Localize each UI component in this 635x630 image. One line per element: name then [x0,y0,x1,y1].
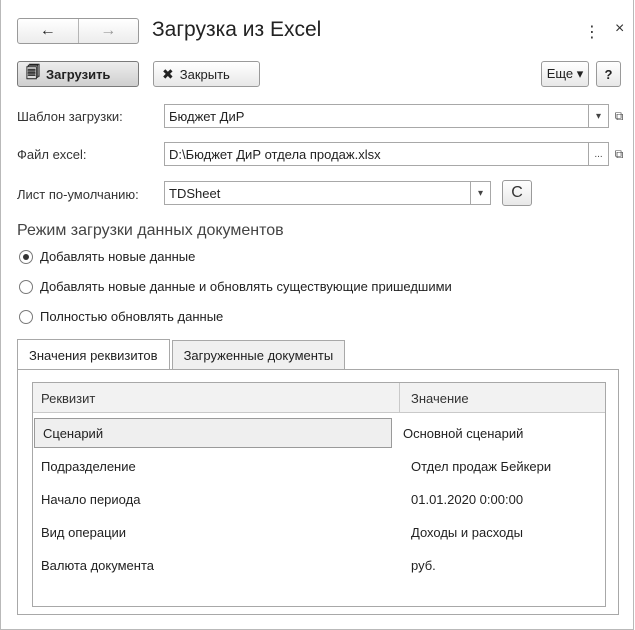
more-menu-icon[interactable]: ⋮ [584,22,600,42]
mode-option-add[interactable]: Добавлять новые данные [19,249,195,264]
mode-section-title: Режим загрузки данных документов [17,222,284,239]
table-row[interactable]: Валюта документа руб. [33,548,605,582]
table-header: Реквизит Значение [33,383,605,413]
sheet-value: TDSheet [169,185,221,201]
column-header-value[interactable]: Значение [400,383,605,413]
arrow-left-icon: ← [39,22,56,39]
template-label: Шаблон загрузки: [17,109,123,124]
mode-option-label: Добавлять новые данные [40,249,196,264]
load-button-label: Загрузить [46,66,111,82]
refresh-button[interactable]: C [502,180,532,206]
attributes-table: Реквизит Значение Сценарий Основной сцен… [32,382,606,607]
table-cell-attribute[interactable]: Сценарий [34,418,392,448]
table-cell-attribute[interactable]: Начало периода [33,482,400,516]
more-button[interactable]: Еще ▾ [541,61,589,87]
close-icon[interactable]: × [615,20,624,38]
table-cell-attribute[interactable]: Валюта документа [33,548,400,582]
table-row[interactable]: Начало периода 01.01.2020 0:00:00 [33,482,605,516]
tab-loaded-documents[interactable]: Загруженные документы [171,340,346,370]
sheet-dropdown-icon[interactable]: ▾ [470,182,490,204]
cross-icon: ✖ [162,65,174,82]
file-label: Файл excel: [17,147,87,162]
load-button[interactable]: 🗐 Загрузить [17,61,139,87]
help-button[interactable]: ? [596,61,621,87]
table-cell-value[interactable]: 01.01.2020 0:00:00 [400,482,605,516]
tab-attribute-values[interactable]: Значения реквизитов [17,339,170,370]
dropdown-icon[interactable]: ▾ [588,105,608,127]
template-value: Бюджет ДиР [169,108,245,124]
table-cell-attribute[interactable]: Вид операции [33,515,400,549]
window-title: Загрузка из Excel [152,18,322,41]
table-cell-value[interactable]: Основной сценарий [392,416,605,450]
mode-option-add-update[interactable]: Добавлять новые данные и обновлять сущес… [19,279,452,294]
column-header-attribute[interactable]: Реквизит [33,383,400,413]
browse-icon[interactable]: ... [588,143,608,165]
table-row[interactable]: Подразделение Отдел продаж Бейкери [33,449,605,483]
open-icon[interactable]: ⧉ [609,104,629,128]
tab-strip: Значения реквизитов Загруженные документ… [17,339,347,370]
radio-icon[interactable] [19,249,33,264]
mode-option-full-update[interactable]: Полностью обновлять данные [19,309,223,324]
navigation-buttons: ← → [17,18,139,44]
file-field[interactable]: D:\Бюджет ДиР отдела продаж.xlsx ... [164,142,609,166]
open-file-icon[interactable]: ⧉ [609,142,629,166]
excel-import-window: ← → Загрузка из Excel ⋮ × 🗐 Загрузить ✖ … [0,0,634,630]
close-button-label: Закрыть [179,66,230,82]
table-cell-value[interactable]: руб. [400,548,605,582]
table-row[interactable]: Сценарий Основной сценарий [33,416,605,450]
arrow-right-icon: → [100,22,117,39]
table-cell-attribute[interactable]: Подразделение [33,449,400,483]
table-cell-value[interactable]: Доходы и расходы [400,515,605,549]
template-field[interactable]: Бюджет ДиР ▾ [164,104,609,128]
sheet-label: Лист по-умолчанию: [17,187,139,202]
title-bar: ← → Загрузка из Excel ⋮ × [1,0,635,50]
radio-icon[interactable] [19,279,33,294]
refresh-icon: C [511,184,523,201]
radio-icon[interactable] [19,309,33,324]
table-row[interactable]: Вид операции Доходы и расходы [33,515,605,549]
sheet-field[interactable]: TDSheet ▾ [164,181,491,205]
file-value: D:\Бюджет ДиР отдела продаж.xlsx [169,146,381,162]
forward-button[interactable]: → [77,19,139,43]
mode-option-label: Полностью обновлять данные [40,309,224,324]
tab-panel: Реквизит Значение Сценарий Основной сцен… [17,369,619,615]
close-button[interactable]: ✖ Закрыть [153,61,260,87]
back-button[interactable]: ← [18,19,78,43]
table-cell-value[interactable]: Отдел продаж Бейкери [400,449,605,483]
load-icon: 🗐 [26,64,40,80]
mode-option-label: Добавлять новые данные и обновлять сущес… [40,279,452,294]
